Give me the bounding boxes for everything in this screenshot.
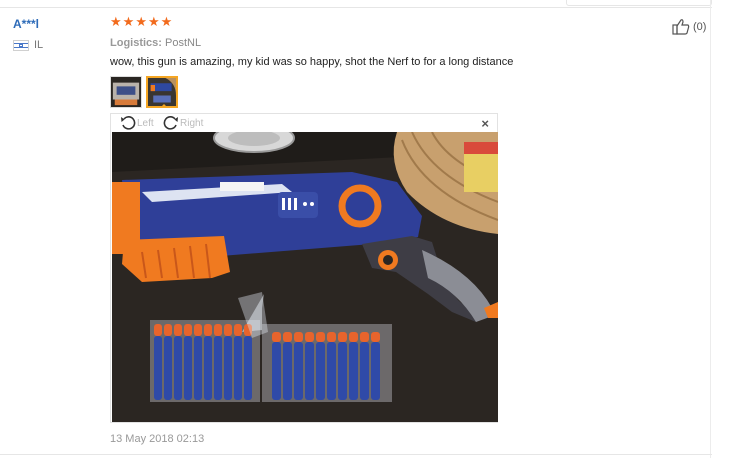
rotate-right-button[interactable]: Right [163,116,203,130]
star-icon: ★ [110,14,122,29]
reviewer-name: A***l [13,17,40,31]
photo-thumbnails [110,76,178,108]
thumbnail-image-1 [111,77,141,107]
top-divider [0,7,712,8]
thumbnail-image-2 [148,78,176,106]
review-photo [112,132,498,422]
rotate-right-icon [163,116,178,130]
logistics-value: PostNL [165,37,202,49]
thumbs-up-icon [672,19,690,35]
star-icon: ★ [160,14,173,29]
nerf-blaster-photo [112,132,498,422]
photo-viewer: Left Right × [110,113,498,423]
star-rating: ★ ★ ★ ★ ★ [110,15,172,28]
logistics-label: Logistics: [110,37,162,49]
photo-thumbnail-2[interactable] [146,76,178,108]
helpful-count: (0) [693,20,707,33]
pagination-tab [566,0,712,6]
photo-thumbnail-1[interactable] [110,76,142,108]
reviewer-country: IL [13,39,43,51]
review-date: 13 May 2018 02:13 [110,433,205,445]
right-divider [710,0,711,458]
rotate-left-icon [121,116,136,130]
rotate-left-button[interactable]: Left [120,116,154,130]
viewer-toolbar: Left Right × [111,114,497,132]
helpful-button[interactable]: (0) [672,18,706,35]
close-icon[interactable]: × [481,116,489,131]
star-icon: ★ [135,14,147,29]
logistics-info: Logistics: PostNL [110,37,201,49]
israel-flag-icon [13,39,29,51]
rotate-left-label: Left [137,117,154,129]
bottom-divider [0,454,712,455]
rotate-right-label: Right [180,117,204,129]
review-text: wow, this gun is amazing, my kid was so … [110,56,514,68]
country-code: IL [34,39,44,51]
star-icon: ★ [147,14,160,29]
star-icon: ★ [122,14,135,29]
